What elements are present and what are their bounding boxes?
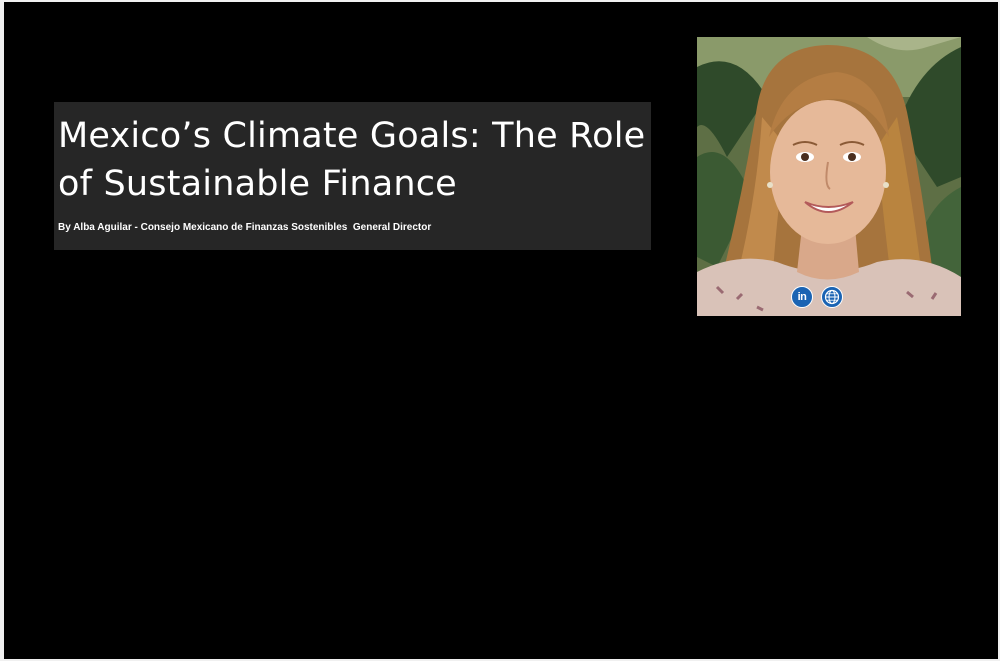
linkedin-icon[interactable]: in xyxy=(791,286,813,308)
article-title: Mexico’s Climate Goals: The Role of Sust… xyxy=(58,116,646,204)
author-photo: in xyxy=(697,37,961,316)
author-portrait-image xyxy=(697,37,961,316)
globe-icon[interactable] xyxy=(821,286,843,308)
author-social-links: in xyxy=(791,286,843,308)
globe-icon-glyph xyxy=(824,289,840,305)
article-page: Mexico’s Climate Goals: The Role of Sust… xyxy=(4,2,998,659)
article-byline: By Alba Aguilar - Consejo Mexicano de Fi… xyxy=(58,222,432,233)
linkedin-icon-label: in xyxy=(797,291,807,303)
headline-box: Mexico’s Climate Goals: The Role of Sust… xyxy=(54,102,651,250)
